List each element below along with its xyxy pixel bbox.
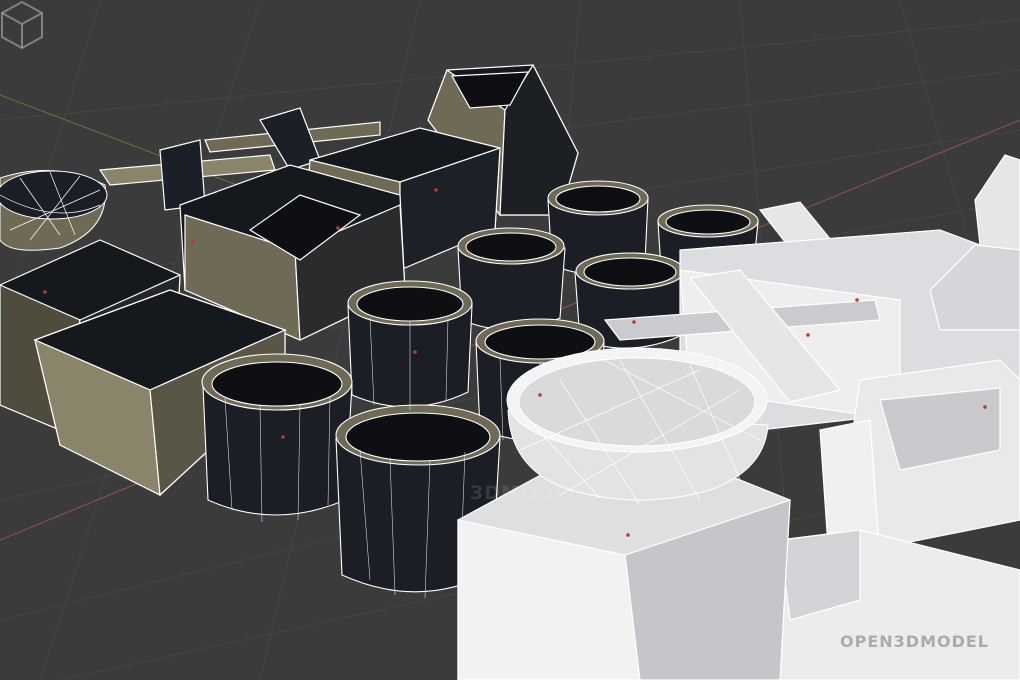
white-pedestal-box[interactable] xyxy=(457,469,791,680)
white-box-bottom-right[interactable] xyxy=(769,529,1020,680)
cylinder-dark-3[interactable] xyxy=(457,227,566,331)
viewport-canvas xyxy=(0,0,1020,680)
3d-viewport[interactable]: 3DMODEL OPEN3DMODEL xyxy=(0,0,1020,680)
bowl-dark[interactable] xyxy=(0,170,108,251)
